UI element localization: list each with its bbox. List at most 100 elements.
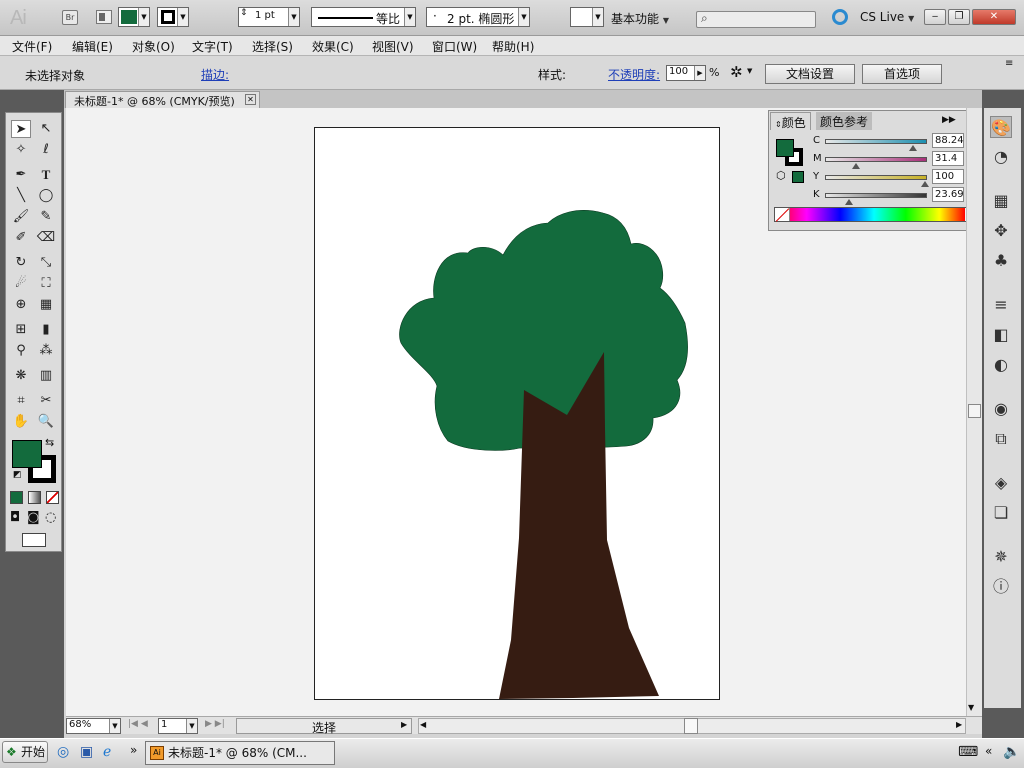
menu-effect[interactable]: 效果(C): [312, 38, 354, 55]
search-input[interactable]: ⌕: [696, 11, 816, 28]
direct-selection-tool-icon[interactable]: ↖: [36, 120, 56, 138]
stroke-icon[interactable]: ≡: [990, 294, 1012, 316]
selection-tool-icon[interactable]: ➤: [11, 120, 31, 138]
menu-type[interactable]: 文字(T): [192, 38, 233, 55]
volume-icon[interactable]: 🔈: [1003, 744, 1020, 760]
scale-tool-icon[interactable]: ⤡: [36, 254, 56, 272]
none-color-swatch[interactable]: [775, 208, 790, 222]
variable-width-profile[interactable]: 等比 ▼: [311, 7, 416, 27]
lasso-tool-icon[interactable]: ℓ: [36, 141, 56, 159]
artboard-number-select[interactable]: 1 ▼: [158, 718, 198, 734]
channel-value-y[interactable]: 100: [932, 169, 964, 184]
draw-inside-icon[interactable]: ◌: [45, 510, 56, 525]
zoom-select[interactable]: 68% ▼: [66, 718, 121, 734]
channel-thumb-k[interactable]: [844, 199, 853, 205]
channel-thumb-m[interactable]: [852, 163, 861, 169]
status-menu-icon[interactable]: ▶: [401, 720, 407, 729]
pen-tool-icon[interactable]: ✒: [11, 166, 31, 184]
mesh-tool-icon[interactable]: ⊞: [11, 321, 31, 339]
none-mode-icon[interactable]: [46, 491, 59, 504]
taskbar-illustrator-button[interactable]: Ai 未标题-1* @ 68% (CM...: [145, 741, 335, 765]
channel-value-k[interactable]: 23.69: [932, 187, 964, 202]
document-tab[interactable]: 未标题-1* @ 68% (CMYK/预览) ✕: [65, 91, 260, 108]
graph-tool-icon[interactable]: ▥: [36, 367, 56, 385]
eyedropper-tool-icon[interactable]: ⚲: [11, 342, 31, 360]
fill-color-box[interactable]: [12, 440, 42, 468]
next-artboard-icon[interactable]: ▶ ▶|: [205, 719, 225, 729]
pencil-tool-icon[interactable]: ✎: [36, 208, 56, 226]
artboards-icon[interactable]: ❏: [990, 502, 1012, 524]
bridge-button[interactable]: Br: [62, 10, 78, 25]
vertical-scroll-thumb[interactable]: [968, 404, 981, 418]
menu-view[interactable]: 视图(V): [372, 38, 414, 55]
scroll-down-icon[interactable]: ▼: [968, 703, 974, 712]
panel-menu-icon[interactable]: ≡: [1005, 58, 1013, 69]
cs-live-icon[interactable]: [832, 9, 848, 25]
start-button[interactable]: ❖ 开始: [2, 741, 48, 763]
more-quicklaunch-icon[interactable]: »: [130, 743, 137, 757]
artboard-tool-icon[interactable]: ⌗: [11, 392, 31, 410]
chrome-icon[interactable]: ◎: [57, 744, 69, 760]
draw-normal-icon[interactable]: ◘: [10, 510, 20, 525]
shape-builder-tool-icon[interactable]: ⊕: [11, 296, 31, 314]
color-guide-icon[interactable]: ◔: [990, 146, 1012, 168]
close-button[interactable]: ✕: [972, 9, 1016, 25]
panel-collapse-icon[interactable]: ▶▶: [942, 115, 956, 125]
swap-colors-icon[interactable]: ⇆: [45, 436, 54, 449]
channel-value-m[interactable]: 31.4: [932, 151, 964, 166]
restore-button[interactable]: ❐: [948, 9, 970, 25]
channel-slider-k[interactable]: [825, 193, 927, 198]
gradient-tool-icon[interactable]: ▮: [36, 321, 56, 339]
magic-wand-tool-icon[interactable]: ✧: [11, 141, 31, 159]
channel-slider-y[interactable]: [825, 175, 927, 180]
document-setup-button[interactable]: 文档设置: [765, 64, 855, 84]
stroke-color-picker[interactable]: ▼: [157, 7, 189, 27]
menu-object[interactable]: 对象(O): [132, 38, 175, 55]
layers-icon[interactable]: ◈: [990, 472, 1012, 494]
isolate-icon[interactable]: ✲: [730, 63, 743, 81]
gradient-icon[interactable]: ◧: [990, 324, 1012, 346]
stroke-weight-field[interactable]: ⇕ 1 pt ▼: [238, 7, 300, 27]
horizontal-scroll-thumb[interactable]: [684, 718, 698, 734]
color-mode-icon[interactable]: [10, 491, 23, 504]
first-artboard-icon[interactable]: |◀ ◀: [128, 719, 148, 729]
scroll-right-icon[interactable]: ▶: [956, 720, 962, 729]
preferences-button[interactable]: 首选项: [862, 64, 942, 84]
stepper-icon[interactable]: ⇕: [240, 8, 248, 18]
paintbrush-tool-icon[interactable]: 🖌: [11, 208, 31, 226]
blob-brush-tool-icon[interactable]: ✐: [11, 229, 31, 247]
navigator-icon[interactable]: ✵: [990, 546, 1012, 568]
ellipse-tool-icon[interactable]: ◯: [36, 187, 56, 205]
info-icon[interactable]: ⓘ: [990, 576, 1012, 598]
warp-tool-icon[interactable]: ☄: [11, 275, 31, 293]
explorer-icon[interactable]: ▣: [80, 744, 93, 760]
screen-mode-icon[interactable]: [22, 533, 46, 547]
menu-edit[interactable]: 编辑(E): [72, 38, 113, 55]
minimize-button[interactable]: ‒: [924, 9, 946, 25]
opacity-label-link[interactable]: 不透明度:: [608, 66, 660, 83]
opacity-field[interactable]: 100 ▶: [666, 65, 706, 81]
cs-live-menu[interactable]: CS Live ▼: [860, 10, 914, 24]
draw-behind-icon[interactable]: ◙: [27, 510, 40, 525]
eraser-tool-icon[interactable]: ⌫: [36, 229, 56, 247]
channel-value-c[interactable]: 88.24: [932, 133, 964, 148]
perspective-grid-tool-icon[interactable]: ▦: [36, 296, 56, 314]
zoom-tool-icon[interactable]: 🔍: [36, 413, 56, 431]
slice-tool-icon[interactable]: ✂: [36, 392, 56, 410]
color-panel-icon[interactable]: 🎨: [990, 116, 1012, 138]
keyboard-icon[interactable]: ⌨: [958, 744, 978, 760]
graphic-styles-icon[interactable]: ⧉: [990, 428, 1012, 450]
line-tool-icon[interactable]: ╲: [11, 187, 31, 205]
brushes-icon[interactable]: ✥: [990, 220, 1012, 242]
transparency-icon[interactable]: ◐: [990, 354, 1012, 376]
default-colors-icon[interactable]: ◩: [13, 470, 22, 480]
web-safe-swatch[interactable]: [792, 171, 804, 183]
chevron-down-icon[interactable]: ▼: [747, 67, 752, 75]
rotate-tool-icon[interactable]: ↻: [11, 254, 31, 272]
workspace-switcher[interactable]: 基本功能 ▼: [611, 10, 669, 27]
close-tab-icon[interactable]: ✕: [245, 94, 256, 105]
hand-tool-icon[interactable]: ✋: [11, 413, 31, 431]
channel-thumb-c[interactable]: [909, 145, 918, 151]
symbol-sprayer-tool-icon[interactable]: ❋: [11, 367, 31, 385]
tray-expand-icon[interactable]: «: [985, 744, 992, 758]
